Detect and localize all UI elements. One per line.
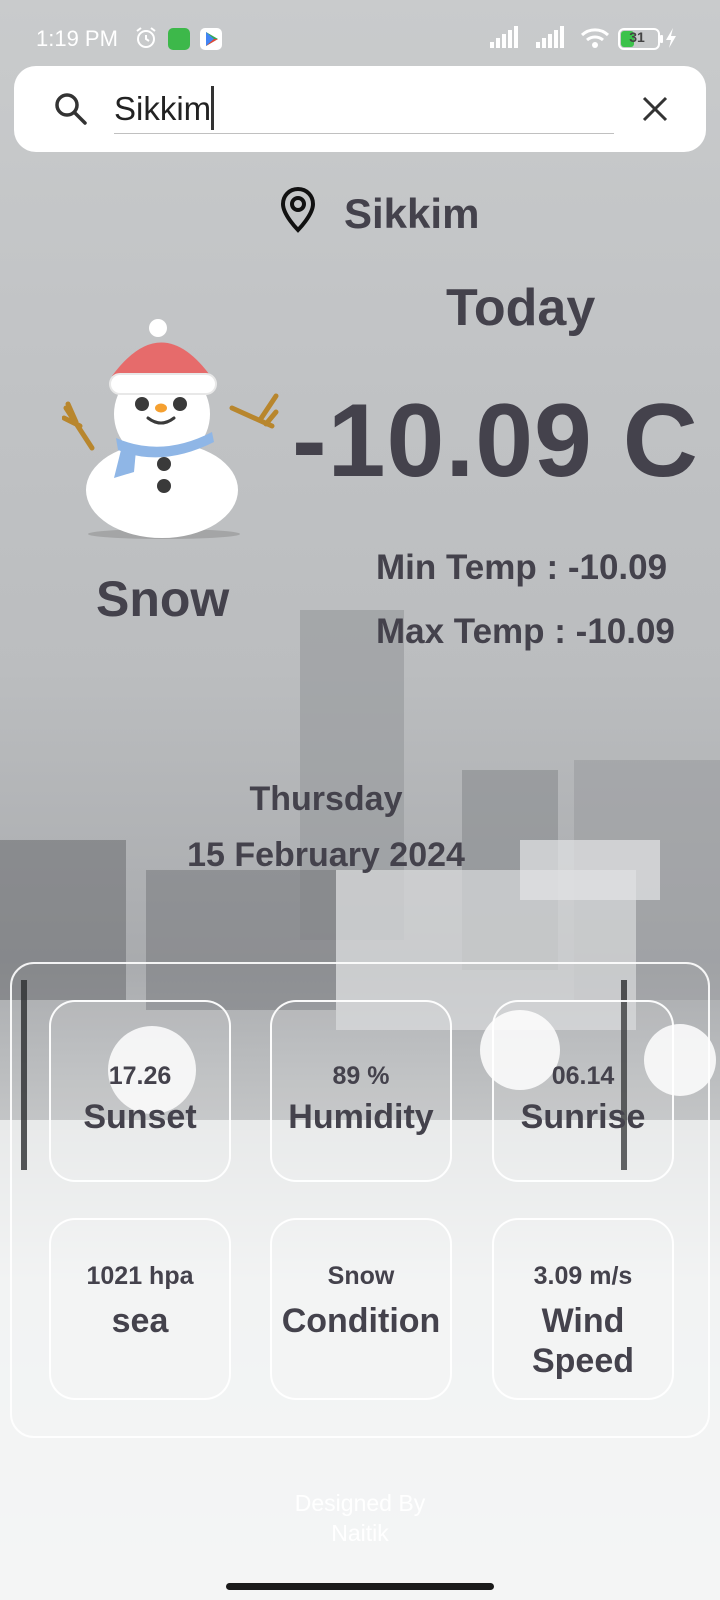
today-label: Today <box>446 279 596 337</box>
stat-value: Snow <box>327 1262 395 1290</box>
signal-icon <box>490 26 518 48</box>
footer-author: Naitik <box>331 1520 389 1546</box>
app-notification-icon <box>168 28 190 50</box>
stat-label: Wind Speed <box>531 1302 635 1380</box>
stat-card-sunrise: 06.14 Sunrise <box>492 1000 674 1182</box>
stat-label: Humidity <box>288 1098 434 1136</box>
weather-stats-panel: 17.26 Sunset 89 % Humidity 06.14 Sunrise… <box>10 962 710 1438</box>
stat-card-wind-speed: 3.09 m/s Wind Speed <box>492 1218 674 1400</box>
alarm-icon <box>136 27 156 48</box>
stat-value: 17.26 <box>108 1062 172 1090</box>
footer-credit: Designed By Naitik <box>0 1488 720 1548</box>
max-temperature: Max Temp : -10.09 <box>376 612 675 651</box>
stat-card-condition: Snow Condition <box>270 1218 452 1400</box>
home-indicator[interactable] <box>226 1583 494 1590</box>
stat-label: Sunset <box>83 1098 197 1136</box>
location-pin-icon <box>280 186 316 233</box>
stat-label: Sunrise <box>520 1098 646 1136</box>
min-temperature: Min Temp : -10.09 <box>376 548 668 587</box>
search-icon[interactable] <box>54 92 88 126</box>
current-temperature: -10.09 C <box>292 383 699 499</box>
charging-icon <box>666 28 676 48</box>
status-time: 1:19 PM <box>36 26 118 51</box>
stat-value: 1021 hpa <box>86 1262 194 1290</box>
status-bar: 1:19 PM 31 <box>0 0 720 64</box>
stat-value: 06.14 <box>551 1062 615 1090</box>
weather-condition: Snow <box>96 571 230 627</box>
full-date: 15 February 2024 <box>187 836 465 874</box>
text-cursor <box>211 86 214 130</box>
stat-card-sea-level: 1021 hpa sea <box>49 1218 231 1400</box>
stat-label: sea <box>111 1302 169 1340</box>
battery-level: 31 <box>629 29 645 45</box>
stat-card-humidity: 89 % Humidity <box>270 1000 452 1182</box>
stat-value: 89 % <box>332 1062 390 1090</box>
close-icon[interactable] <box>640 94 670 124</box>
stat-card-sunset: 17.26 Sunset <box>49 1000 231 1182</box>
wifi-icon <box>580 28 610 48</box>
stat-value: 3.09 m/s <box>533 1262 633 1290</box>
play-store-icon <box>200 28 222 50</box>
location-name: Sikkim <box>344 190 480 237</box>
search-input[interactable] <box>114 84 614 134</box>
day-of-week: Thursday <box>249 780 403 818</box>
signal-icon <box>536 26 564 48</box>
stat-label: Condition <box>281 1302 441 1340</box>
search-bar[interactable] <box>14 66 706 152</box>
snowman-icon <box>62 319 279 539</box>
footer-line: Designed By <box>294 1490 426 1516</box>
